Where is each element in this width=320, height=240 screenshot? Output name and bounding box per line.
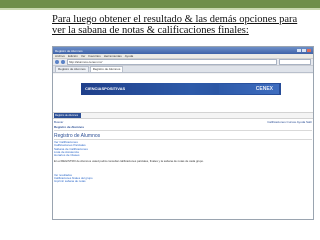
maximize-icon[interactable] bbox=[302, 49, 306, 52]
slide-caption: Para luego obtener el resultado & las de… bbox=[52, 14, 298, 36]
list-item[interactable]: Imprimir sabana de notas bbox=[54, 180, 93, 183]
search-link[interactable]: Buscar bbox=[54, 120, 63, 124]
top-right-links[interactable]: Calificaciones Cursos Ayuda Salir bbox=[267, 120, 312, 124]
menu-item-view[interactable]: Ver bbox=[81, 54, 86, 58]
site-banner: CIENCIASPOSITIVAS CENEX bbox=[81, 83, 281, 95]
close-icon[interactable] bbox=[307, 49, 311, 52]
search-input[interactable] bbox=[279, 59, 311, 65]
tab-registro-1[interactable]: Registro de Alumnos bbox=[55, 66, 89, 72]
tab-bar: Registro de Alumnos Registro de Alumnos bbox=[53, 66, 313, 73]
menu-item-file[interactable]: Archivo bbox=[55, 54, 65, 58]
banner-right-text: CENEX bbox=[255, 86, 273, 92]
subnav-item-registro[interactable]: Registro de Alumnos bbox=[54, 113, 81, 118]
menu-item-tools[interactable]: Herramientas bbox=[104, 54, 122, 58]
page-top-row: Buscar Calificaciones Cursos Ayuda Salir bbox=[54, 120, 312, 124]
address-bar: http://alumnos.cenex.mx/ bbox=[53, 59, 313, 66]
description-paragraph: En el REGISTRO de Alumnos usted podrá co… bbox=[54, 159, 204, 163]
menu-item-favorites[interactable]: Favoritos bbox=[88, 54, 100, 58]
section-label: Registro de Alumnos bbox=[54, 125, 85, 129]
web-page: CIENCIASPOSITIVAS CENEX Registro de Alum… bbox=[53, 74, 313, 219]
divider bbox=[54, 130, 312, 131]
address-input[interactable]: http://alumnos.cenex.mx/ bbox=[67, 59, 277, 65]
divider bbox=[54, 139, 312, 140]
results-links: Ver resultados Calificaciones finales de… bbox=[54, 173, 93, 184]
forward-icon[interactable] bbox=[61, 60, 65, 64]
browser-titlebar: Registro de Alumnos bbox=[53, 47, 313, 54]
options-list: Ver Calificaciones Calificaciones Parcia… bbox=[54, 140, 88, 157]
window-title: Registro de Alumnos bbox=[55, 48, 83, 53]
banner-right-image: CENEX bbox=[219, 84, 279, 94]
minimize-icon[interactable] bbox=[297, 49, 301, 52]
list-item[interactable]: Horarios de Clases bbox=[54, 153, 88, 157]
menu-item-help[interactable]: Ayuda bbox=[125, 54, 133, 58]
slide-top-bar bbox=[0, 0, 320, 10]
back-icon[interactable] bbox=[55, 60, 59, 64]
menu-item-edit[interactable]: Edición bbox=[68, 54, 78, 58]
browser-screenshot: Registro de Alumnos Archivo Edición Ver … bbox=[52, 46, 314, 220]
sub-navigation: Registro de Alumnos bbox=[53, 112, 313, 119]
site-logo: CIENCIASPOSITIVAS bbox=[85, 86, 126, 91]
tab-registro-2[interactable]: Registro de Alumnos bbox=[89, 66, 124, 72]
